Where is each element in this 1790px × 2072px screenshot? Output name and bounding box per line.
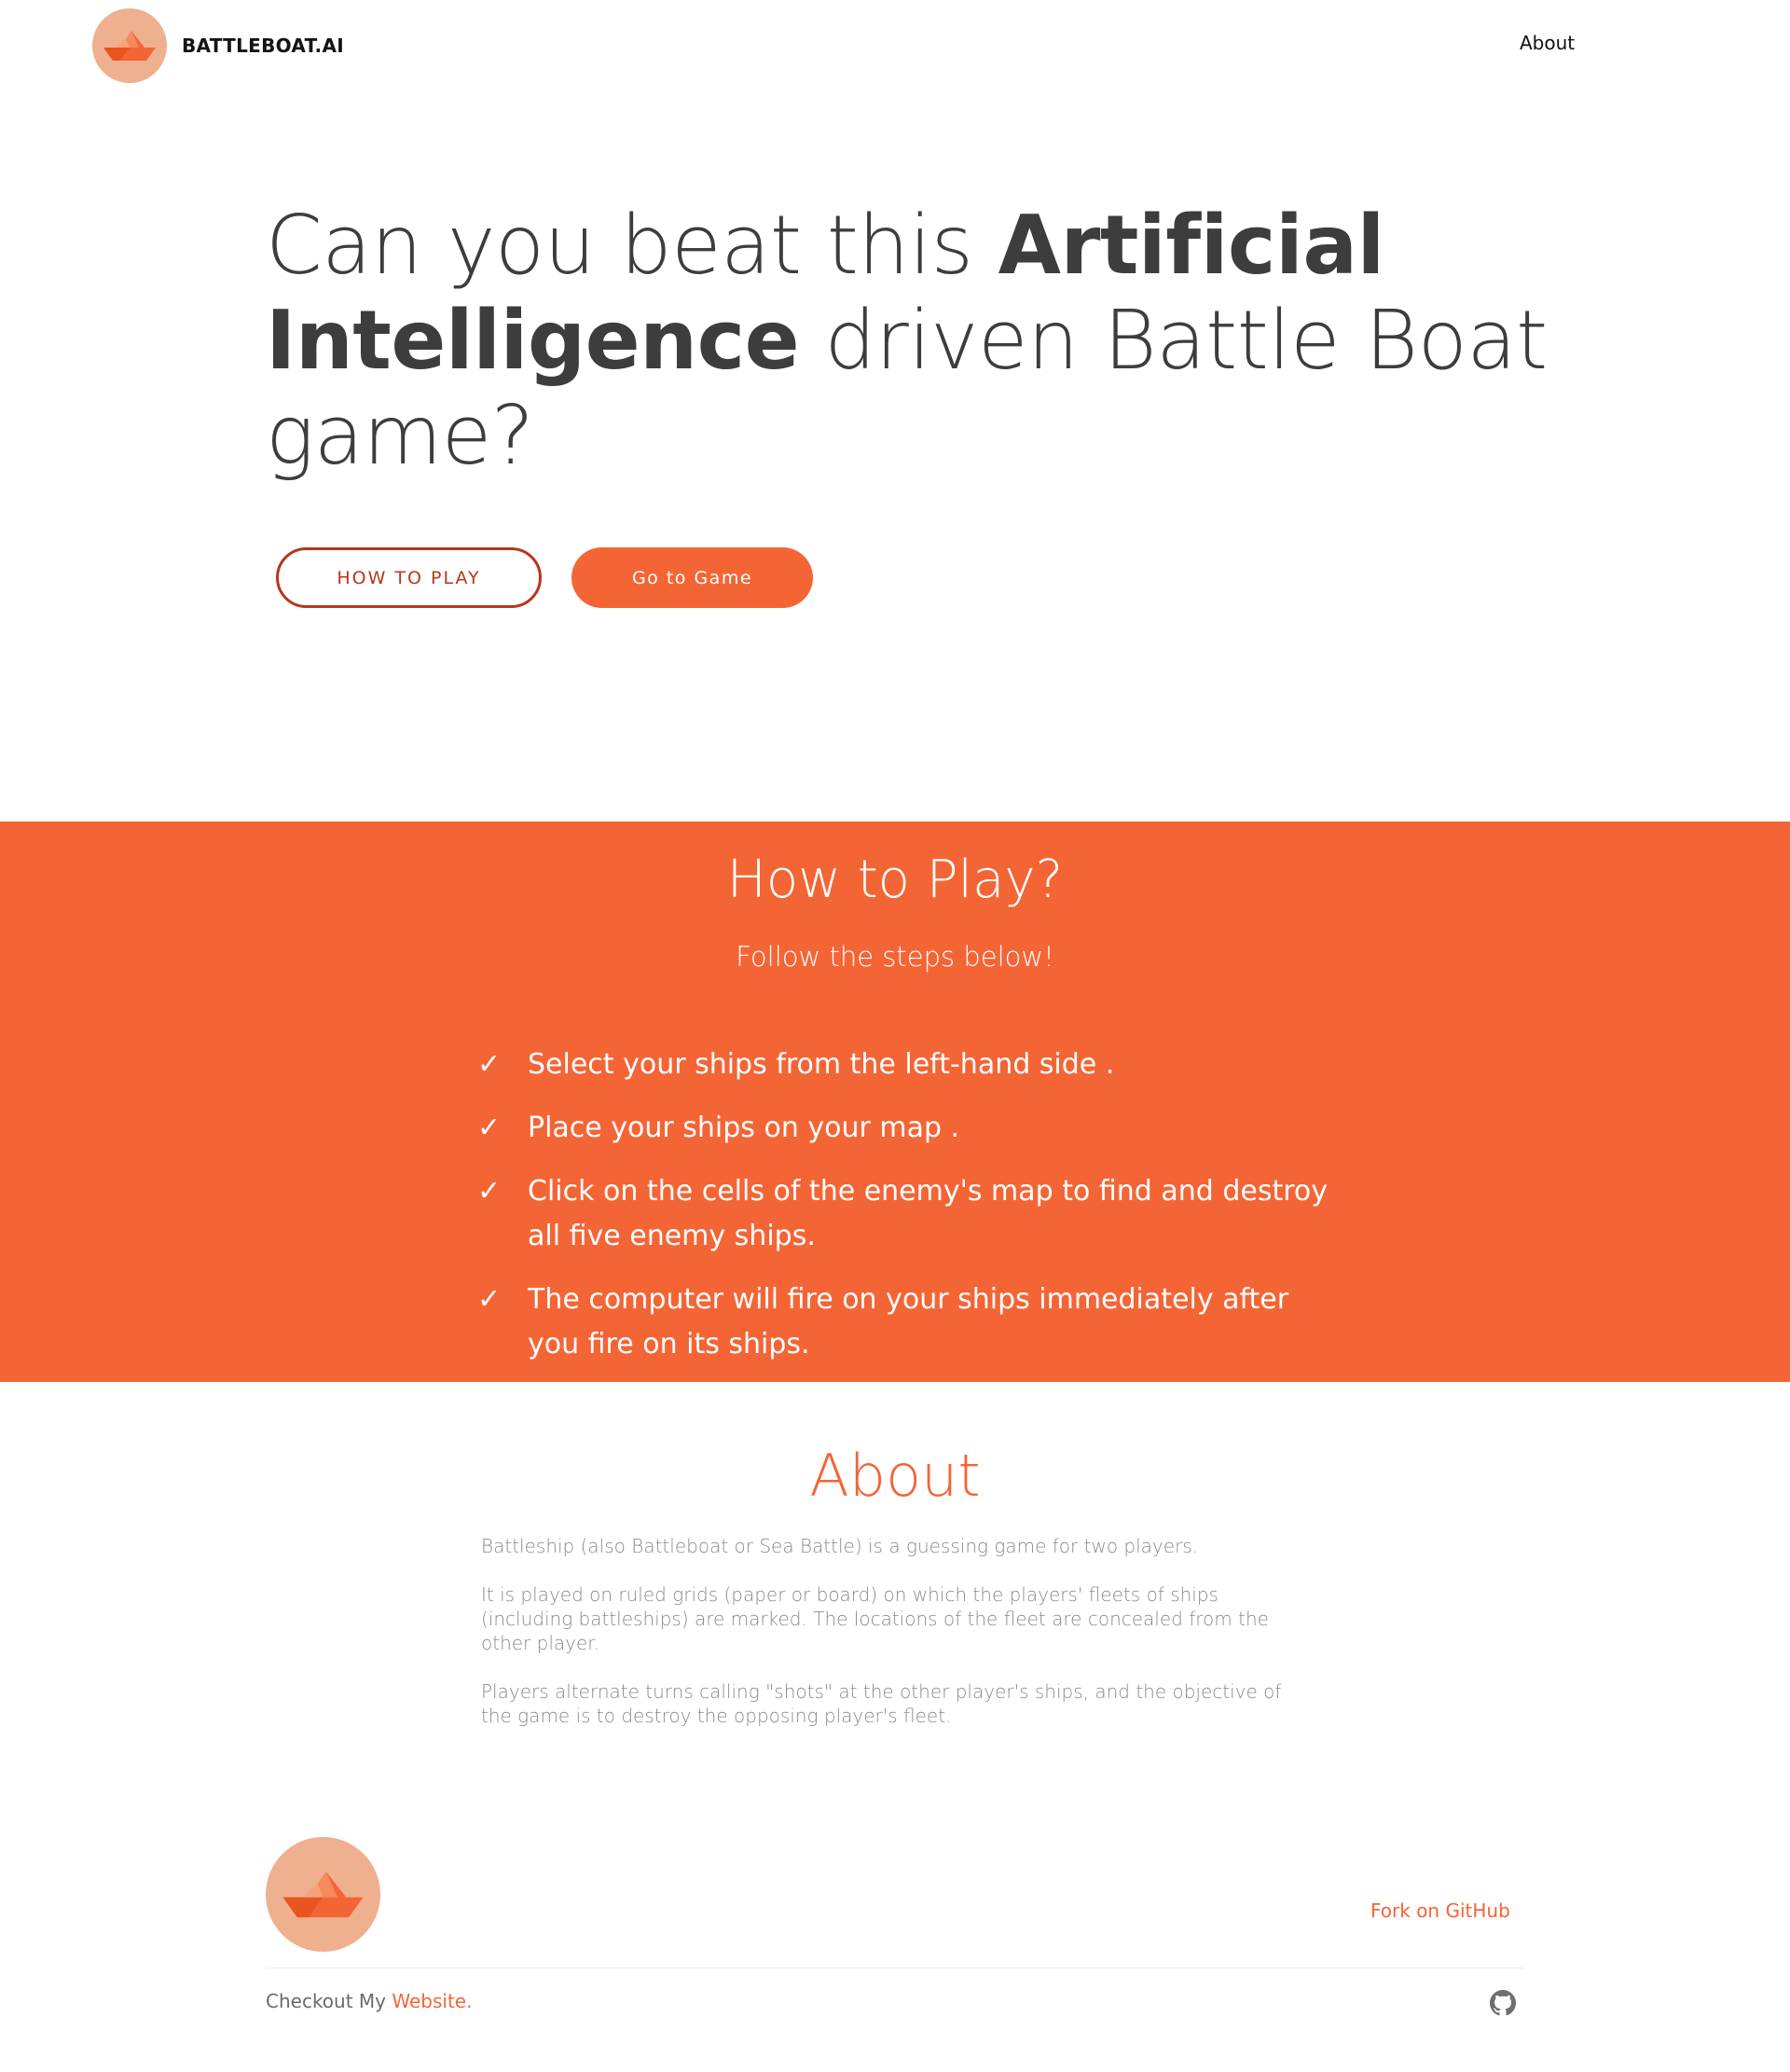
brand-link[interactable]: BATTLEBOAT.AI bbox=[92, 8, 344, 83]
step-item: ✓ Place your ships on your map . bbox=[477, 1106, 1335, 1151]
footer-note-prefix: Checkout My bbox=[266, 1990, 392, 2012]
check-icon: ✓ bbox=[477, 1112, 502, 1144]
about-paragraph: Battleship (also Battleboat or Sea Battl… bbox=[481, 1535, 1199, 1557]
go-to-game-button[interactable]: Go to Game bbox=[571, 547, 813, 608]
about-paragraph: It is played on ruled grids (paper or bo… bbox=[481, 1583, 1269, 1654]
how-to-play-button[interactable]: HOW TO PLAY bbox=[276, 547, 542, 608]
fork-on-github-link[interactable]: Fork on GitHub bbox=[1370, 1899, 1510, 1922]
step-text: Place your ships on your map . bbox=[528, 1112, 960, 1144]
how-to-play-title: How to Play? bbox=[726, 850, 1064, 910]
how-to-play-section: How to Play? Follow the steps below! ✓ S… bbox=[0, 822, 1790, 1382]
how-to-play-subtitle: Follow the steps below! bbox=[736, 941, 1054, 973]
step-text: Select your ships from the left-hand sid… bbox=[528, 1048, 1115, 1081]
step-text: Click on the cells of the enemy's map to… bbox=[528, 1175, 1329, 1252]
check-icon: ✓ bbox=[477, 1048, 502, 1081]
brand-name: BATTLEBOAT.AI bbox=[182, 35, 344, 57]
hero-title: Can you beat this Artificial Intelligenc… bbox=[266, 198, 1552, 483]
step-text: The computer will fire on your ships imm… bbox=[528, 1283, 1289, 1361]
about-paragraph: Players alternate turns calling "shots" … bbox=[481, 1680, 1282, 1727]
website-link[interactable]: Website. bbox=[392, 1990, 472, 2012]
github-icon[interactable] bbox=[1490, 1990, 1516, 2016]
step-item: ✓ The computer will fire on your ships i… bbox=[477, 1278, 1335, 1367]
paper-boat-icon bbox=[92, 8, 167, 83]
nav-about-link[interactable]: About bbox=[1520, 32, 1575, 54]
check-icon: ✓ bbox=[477, 1175, 502, 1208]
check-icon: ✓ bbox=[477, 1283, 502, 1316]
footer-paper-boat-icon bbox=[266, 1837, 380, 1952]
about-title: About bbox=[809, 1442, 981, 1510]
steps-list: ✓ Select your ships from the left-hand s… bbox=[477, 1043, 1335, 1386]
footer-note: Checkout My Website. bbox=[266, 1990, 472, 2012]
site-header: BATTLEBOAT.AI About bbox=[0, 0, 1790, 90]
hero-title-part1: Can you beat this bbox=[266, 198, 998, 293]
step-item: ✓ Select your ships from the left-hand s… bbox=[477, 1043, 1335, 1087]
about-body: Battleship (also Battleboat or Sea Battl… bbox=[481, 1534, 1313, 1752]
step-item: ✓ Click on the cells of the enemy's map … bbox=[477, 1169, 1335, 1259]
